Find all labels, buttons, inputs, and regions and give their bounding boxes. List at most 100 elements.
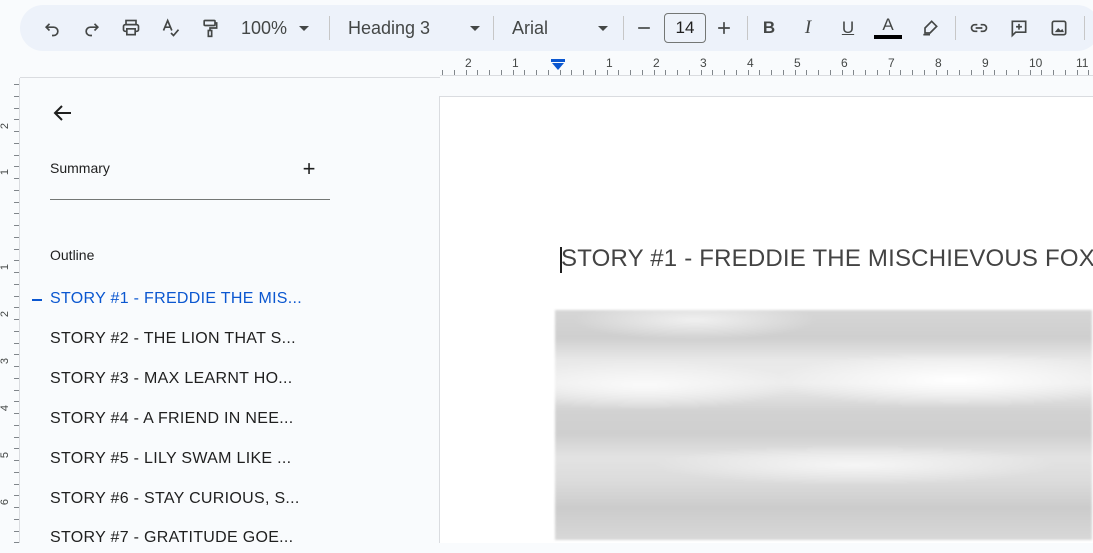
ruler-tick [795,70,796,75]
text-color-button[interactable]: A [873,12,903,44]
paragraph-style-select[interactable]: Heading 3 [340,12,480,44]
document-page[interactable]: STORY #1 - FREDDIE THE MISCHIEVOUS FOX [439,96,1093,543]
vertical-ruler: 2 1 1 2 3 4 5 6 [0,78,20,543]
ruler-tick [14,484,19,485]
document-outline-panel: Summary + Outline STORY #1 - FREDDIE THE… [20,78,438,546]
ruler-tick [14,202,19,203]
ruler-tick [677,70,678,75]
ruler-tick [889,70,890,75]
ruler-number: 3 [700,56,707,70]
text-color-label: A [882,15,894,34]
ruler-tick [548,70,549,75]
ruler-tick [14,319,19,320]
ruler-tick [665,70,666,75]
toolbar-divider [747,16,748,40]
ruler-tick [830,70,831,75]
image-icon[interactable] [1046,12,1072,44]
ruler-tick [14,354,19,355]
ruler-tick [877,70,878,75]
ruler-tick [524,70,525,75]
ruler-number: 1 [512,56,519,70]
ruler-number: 6 [841,56,848,70]
outline-item[interactable]: STORY #2 - THE LION THAT S... [50,330,296,354]
chevron-down-icon [299,25,310,31]
link-icon[interactable] [966,12,992,44]
ruler-number: 11 [1076,56,1089,70]
text-color-swatch [874,35,902,39]
ruler-tick [818,70,819,75]
zoom-select[interactable]: 100% [235,12,315,44]
ruler-tick [14,437,19,438]
print-icon[interactable] [117,12,145,44]
redo-icon[interactable] [78,12,106,44]
outline-item[interactable]: STORY #7 - GRATITUDE GOE... [50,529,293,553]
ruler-tick [14,225,19,226]
ruler-tick [14,390,19,391]
ruler-tick [1065,70,1066,75]
ruler-number: 1 [0,168,12,176]
outline-item[interactable]: STORY #1 - FREDDIE THE MIS... [50,290,302,314]
italic-button[interactable]: I [796,12,820,44]
summary-divider [50,199,330,200]
toolbar-divider [329,16,330,40]
outline-item[interactable]: STORY #5 - LILY SWAM LIKE ... [50,450,291,474]
ruler-tick [14,213,19,214]
font-family-select[interactable]: Arial [504,12,608,44]
ruler-tick [924,70,925,75]
add-summary-button[interactable]: + [298,156,320,181]
ruler-tick [14,425,19,426]
ruler-tick [14,108,19,109]
ruler-tick [14,401,19,402]
add-comment-icon[interactable] [1006,12,1032,44]
outline-item[interactable]: STORY #6 - STAY CURIOUS, S... [50,490,300,514]
horizontal-ruler[interactable]: 2 1 1 2 3 4 5 6 7 8 9 10 11 [440,56,1093,76]
ruler-tick [442,70,443,75]
active-item-indicator [32,299,42,301]
ruler-tick [1077,70,1078,75]
ruler-tick [630,70,631,75]
ruler-tick [701,70,702,75]
ruler-tick [583,70,584,75]
ruler-tick [14,131,19,132]
zoom-value: 100% [240,17,288,38]
ruler-tick [14,166,19,167]
ruler-tick [14,343,19,344]
font-size-input[interactable]: 14 [664,13,706,43]
underline-button[interactable]: U [836,12,860,44]
outline-item[interactable]: STORY #4 - A FRIEND IN NEE... [50,410,293,434]
paint-format-icon[interactable] [196,12,224,44]
ruler-tick [748,70,749,75]
ruler-tick [489,70,490,75]
spellcheck-icon[interactable] [157,12,185,44]
ruler-tick [900,70,901,75]
ruler-tick [560,70,561,75]
ruler-tick [689,70,690,75]
toolbar-divider [1084,16,1085,40]
ruler-tick [1030,70,1031,75]
ruler-tick [983,70,984,75]
arrow-back-icon[interactable] [48,98,78,128]
ruler-number: 1 [606,56,613,70]
ruler-tick [912,70,913,75]
increase-font-size-button[interactable] [712,12,736,44]
ruler-tick [14,178,19,179]
ruler-tick [806,70,807,75]
highlighter-icon[interactable] [918,12,942,44]
document-heading[interactable]: STORY #1 - FREDDIE THE MISCHIEVOUS FOX [561,245,1093,273]
toolbar-divider [623,16,624,40]
ruler-tick [1006,70,1007,75]
ruler-number: 1 [0,263,12,271]
ruler-number: 10 [1029,56,1043,70]
indent-marker-icon[interactable] [550,58,566,72]
ruler-tick [853,70,854,75]
bold-button[interactable]: B [757,12,781,44]
ruler-tick [607,70,608,75]
undo-icon[interactable] [38,12,66,44]
decrease-font-size-button[interactable] [632,12,656,44]
blurred-image[interactable] [555,310,1092,540]
ruler-tick [14,155,19,156]
ruler-number: 4 [747,56,754,70]
outline-item[interactable]: STORY #3 - MAX LEARNT HO... [50,370,293,394]
ruler-number: 2 [465,56,472,70]
ruler-tick [14,143,19,144]
